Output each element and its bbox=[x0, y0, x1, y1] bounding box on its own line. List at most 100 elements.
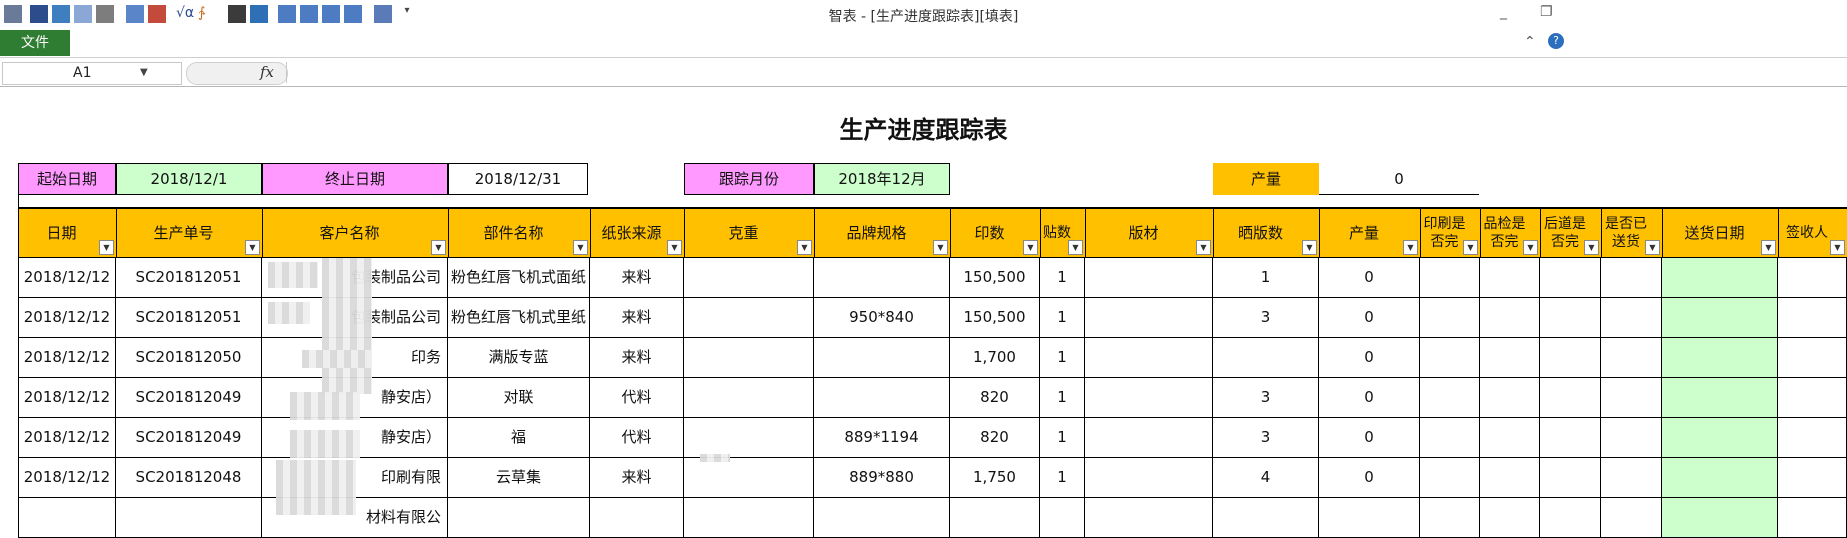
filter-dropdown-icon[interactable]: ▼ bbox=[1068, 240, 1083, 255]
table-cell[interactable] bbox=[1662, 378, 1778, 418]
table-cell[interactable]: 来料 bbox=[590, 258, 684, 298]
table-cell[interactable]: 2018/12/12 bbox=[18, 298, 116, 338]
table-cell[interactable]: 代料 bbox=[590, 378, 684, 418]
column-header[interactable]: 日期 ▼ bbox=[18, 208, 117, 258]
filter-dropdown-icon[interactable]: ▼ bbox=[99, 240, 114, 255]
table-cell[interactable] bbox=[1778, 338, 1847, 378]
table-cell[interactable]: 2018/12/12 bbox=[18, 258, 116, 298]
table-cell[interactable]: 0 bbox=[1319, 458, 1420, 498]
filter-dropdown-icon[interactable]: ▼ bbox=[1830, 240, 1845, 255]
table-cell[interactable] bbox=[1778, 258, 1847, 298]
column-header[interactable]: 克重 ▼ bbox=[684, 208, 815, 258]
table-cell[interactable] bbox=[1601, 338, 1662, 378]
column-header[interactable]: 印刷是否完 ▼ bbox=[1420, 208, 1481, 258]
table-cell[interactable] bbox=[1040, 498, 1085, 538]
table-cell[interactable] bbox=[1540, 418, 1601, 458]
table-cell[interactable]: 4 bbox=[1213, 458, 1319, 498]
column-header[interactable]: 贴数 ▼ bbox=[1040, 208, 1086, 258]
table-cell[interactable]: SC201812049 bbox=[116, 378, 262, 418]
table-cell[interactable]: SC201812051 bbox=[116, 298, 262, 338]
filter-dropdown-icon[interactable]: ▼ bbox=[431, 240, 446, 255]
table-cell[interactable]: 1 bbox=[1213, 258, 1319, 298]
table-cell[interactable] bbox=[1420, 338, 1480, 378]
table-cell[interactable] bbox=[1540, 338, 1601, 378]
table-cell[interactable]: 1,750 bbox=[950, 458, 1040, 498]
table-cell[interactable] bbox=[1540, 258, 1601, 298]
table-cell[interactable]: 1 bbox=[1040, 338, 1085, 378]
filter-dropdown-icon[interactable]: ▼ bbox=[245, 240, 260, 255]
table-cell[interactable] bbox=[1601, 258, 1662, 298]
table-cell[interactable] bbox=[1601, 378, 1662, 418]
table-cell[interactable] bbox=[684, 338, 814, 378]
column-header[interactable]: 品检是否完 ▼ bbox=[1480, 208, 1541, 258]
table-cell[interactable] bbox=[1480, 378, 1540, 418]
table-cell[interactable] bbox=[1540, 378, 1601, 418]
table-cell[interactable] bbox=[684, 458, 814, 498]
filter-dropdown-icon[interactable]: ▼ bbox=[1196, 240, 1211, 255]
table-cell[interactable]: 889*880 bbox=[814, 458, 950, 498]
table-cell[interactable] bbox=[1778, 418, 1847, 458]
table-cell[interactable]: 3 bbox=[1213, 298, 1319, 338]
table-cell[interactable]: 150,500 bbox=[950, 298, 1040, 338]
table-cell[interactable]: 2018/12/12 bbox=[18, 418, 116, 458]
table-cell[interactable] bbox=[1085, 378, 1213, 418]
filter-dropdown-icon[interactable]: ▼ bbox=[1761, 240, 1776, 255]
column-header[interactable]: 签收人 ▼ bbox=[1778, 208, 1847, 258]
table-cell[interactable] bbox=[814, 378, 950, 418]
table-cell[interactable] bbox=[1601, 458, 1662, 498]
column-header[interactable]: 是否已送货 ▼ bbox=[1601, 208, 1663, 258]
table-cell[interactable]: 云草集 bbox=[448, 458, 590, 498]
filter-dropdown-icon[interactable]: ▼ bbox=[667, 240, 682, 255]
table-cell[interactable] bbox=[1085, 458, 1213, 498]
table-cell[interactable] bbox=[1085, 338, 1213, 378]
table-cell[interactable]: 粉色红唇飞机式里纸 bbox=[448, 298, 590, 338]
table-cell[interactable] bbox=[1662, 338, 1778, 378]
table-cell[interactable]: 2018/12/12 bbox=[18, 458, 116, 498]
column-header[interactable]: 纸张来源 ▼ bbox=[590, 208, 685, 258]
table-cell[interactable] bbox=[590, 498, 684, 538]
filter-dropdown-icon[interactable]: ▼ bbox=[1463, 240, 1478, 255]
table-cell[interactable]: 1 bbox=[1040, 258, 1085, 298]
table-cell[interactable]: 满版专蓝 bbox=[448, 338, 590, 378]
column-header[interactable]: 品牌规格 ▼ bbox=[814, 208, 951, 258]
table-cell[interactable] bbox=[1662, 498, 1778, 538]
table-cell[interactable] bbox=[684, 498, 814, 538]
column-header[interactable]: 部件名称 ▼ bbox=[448, 208, 591, 258]
table-cell[interactable]: 1 bbox=[1040, 378, 1085, 418]
filter-dropdown-icon[interactable]: ▼ bbox=[1523, 240, 1538, 255]
filter-dropdown-icon[interactable]: ▼ bbox=[797, 240, 812, 255]
table-cell[interactable] bbox=[1420, 498, 1480, 538]
table-cell[interactable]: 代料 bbox=[590, 418, 684, 458]
table-cell[interactable] bbox=[1540, 498, 1601, 538]
filter-dropdown-icon[interactable]: ▼ bbox=[1403, 240, 1418, 255]
table-cell[interactable] bbox=[1480, 418, 1540, 458]
table-cell[interactable]: 来料 bbox=[590, 338, 684, 378]
table-cell[interactable] bbox=[116, 498, 262, 538]
table-cell[interactable] bbox=[1662, 418, 1778, 458]
table-cell[interactable] bbox=[684, 378, 814, 418]
column-header[interactable]: 印数 ▼ bbox=[950, 208, 1041, 258]
table-cell[interactable] bbox=[814, 338, 950, 378]
filter-dropdown-icon[interactable]: ▼ bbox=[573, 240, 588, 255]
table-cell[interactable] bbox=[1420, 258, 1480, 298]
table-cell[interactable] bbox=[1601, 418, 1662, 458]
table-cell[interactable] bbox=[18, 498, 116, 538]
table-cell[interactable] bbox=[1480, 258, 1540, 298]
table-cell[interactable] bbox=[1778, 458, 1847, 498]
column-header[interactable]: 产量 ▼ bbox=[1319, 208, 1421, 258]
filter-dropdown-icon[interactable]: ▼ bbox=[1023, 240, 1038, 255]
table-cell[interactable] bbox=[1420, 378, 1480, 418]
table-cell[interactable] bbox=[1662, 458, 1778, 498]
table-cell[interactable] bbox=[1480, 338, 1540, 378]
table-cell[interactable]: 1 bbox=[1040, 298, 1085, 338]
filter-dropdown-icon[interactable]: ▼ bbox=[933, 240, 948, 255]
table-cell[interactable] bbox=[1480, 458, 1540, 498]
table-cell[interactable]: 820 bbox=[950, 378, 1040, 418]
column-header[interactable]: 后道是否完 ▼ bbox=[1540, 208, 1602, 258]
table-cell[interactable]: 3 bbox=[1213, 378, 1319, 418]
table-cell[interactable]: 1,700 bbox=[950, 338, 1040, 378]
table-cell[interactable] bbox=[1480, 498, 1540, 538]
table-cell[interactable]: 1 bbox=[1040, 418, 1085, 458]
table-cell[interactable] bbox=[1662, 258, 1778, 298]
table-cell[interactable] bbox=[814, 498, 950, 538]
